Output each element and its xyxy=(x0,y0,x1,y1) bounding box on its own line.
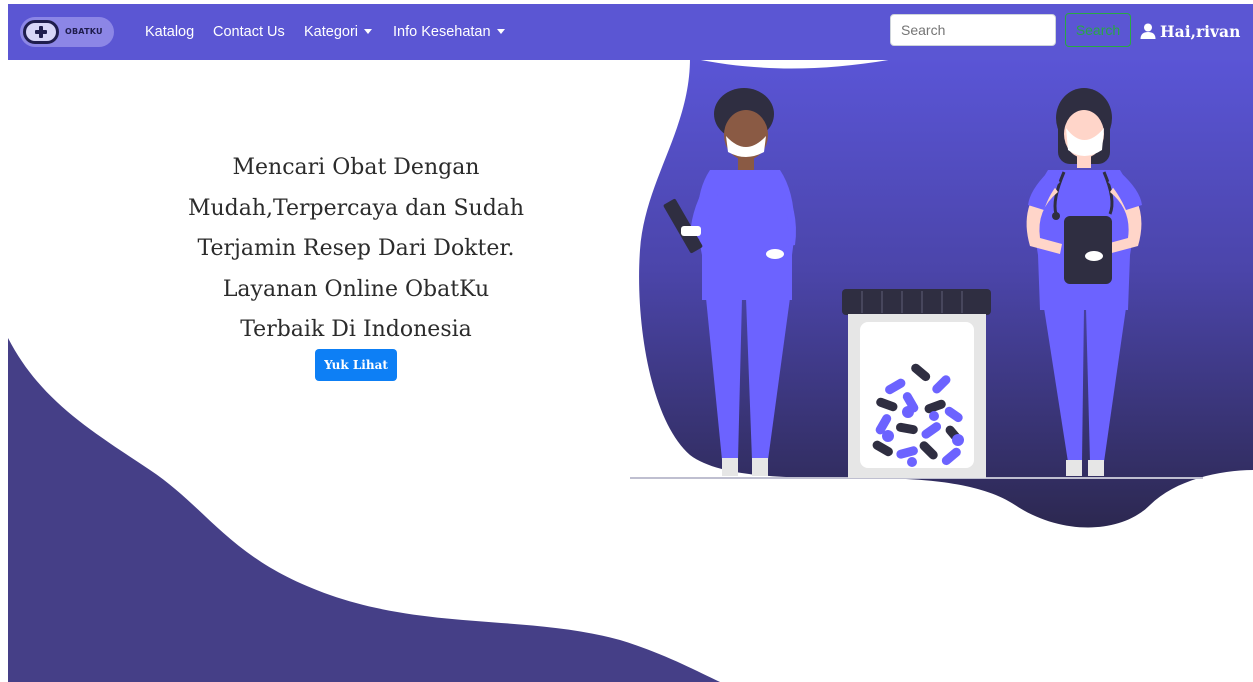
hero-line: Layanan Online ObatKu xyxy=(222,276,490,302)
nav-link-label: Katalog xyxy=(145,24,195,40)
caret-down-icon xyxy=(364,28,373,34)
nav-link-label: Kategori xyxy=(304,24,359,40)
nav-dropdown-kategori[interactable]: Kategori xyxy=(304,4,373,60)
nav-dropdown-info-kesehatan[interactable]: Info Kesehatan xyxy=(393,4,505,60)
hero-line: Mudah,Terpercaya dan Sudah xyxy=(187,195,525,221)
nav-link-label: Info Kesehatan xyxy=(393,24,491,40)
user-icon xyxy=(1140,23,1156,39)
hero-line: Terjamin Resep Dari Dokter. xyxy=(197,236,515,261)
user-greeting: Hai,rivan xyxy=(1160,22,1241,41)
search-button[interactable]: Search xyxy=(1065,13,1131,47)
navbar: OBATKU Katalog Contact Us Kategori Info … xyxy=(8,4,1253,60)
nav-link-label: Contact Us xyxy=(213,24,285,40)
caret-down-icon xyxy=(496,28,505,34)
brand-text: OBATKU xyxy=(65,27,103,36)
hero-line: Mencari Obat Dengan xyxy=(232,155,480,180)
pill-jar-illustration xyxy=(842,289,991,478)
brand-logo[interactable]: OBATKU xyxy=(20,17,114,47)
yuk-lihat-button[interactable]: Yuk Lihat xyxy=(315,349,397,381)
plus-icon xyxy=(23,20,59,44)
hero-headline: Mencari Obat Dengan Mudah,Terpercaya dan… xyxy=(150,148,562,351)
user-menu[interactable]: Hai,rivan xyxy=(1140,4,1240,60)
hero-line: Terbaik Di Indonesia xyxy=(240,317,472,342)
nav-link-contact-us[interactable]: Contact Us xyxy=(213,4,285,60)
search-input[interactable] xyxy=(890,14,1056,46)
left-wave xyxy=(8,338,720,682)
nav-link-katalog[interactable]: Katalog xyxy=(145,4,194,60)
